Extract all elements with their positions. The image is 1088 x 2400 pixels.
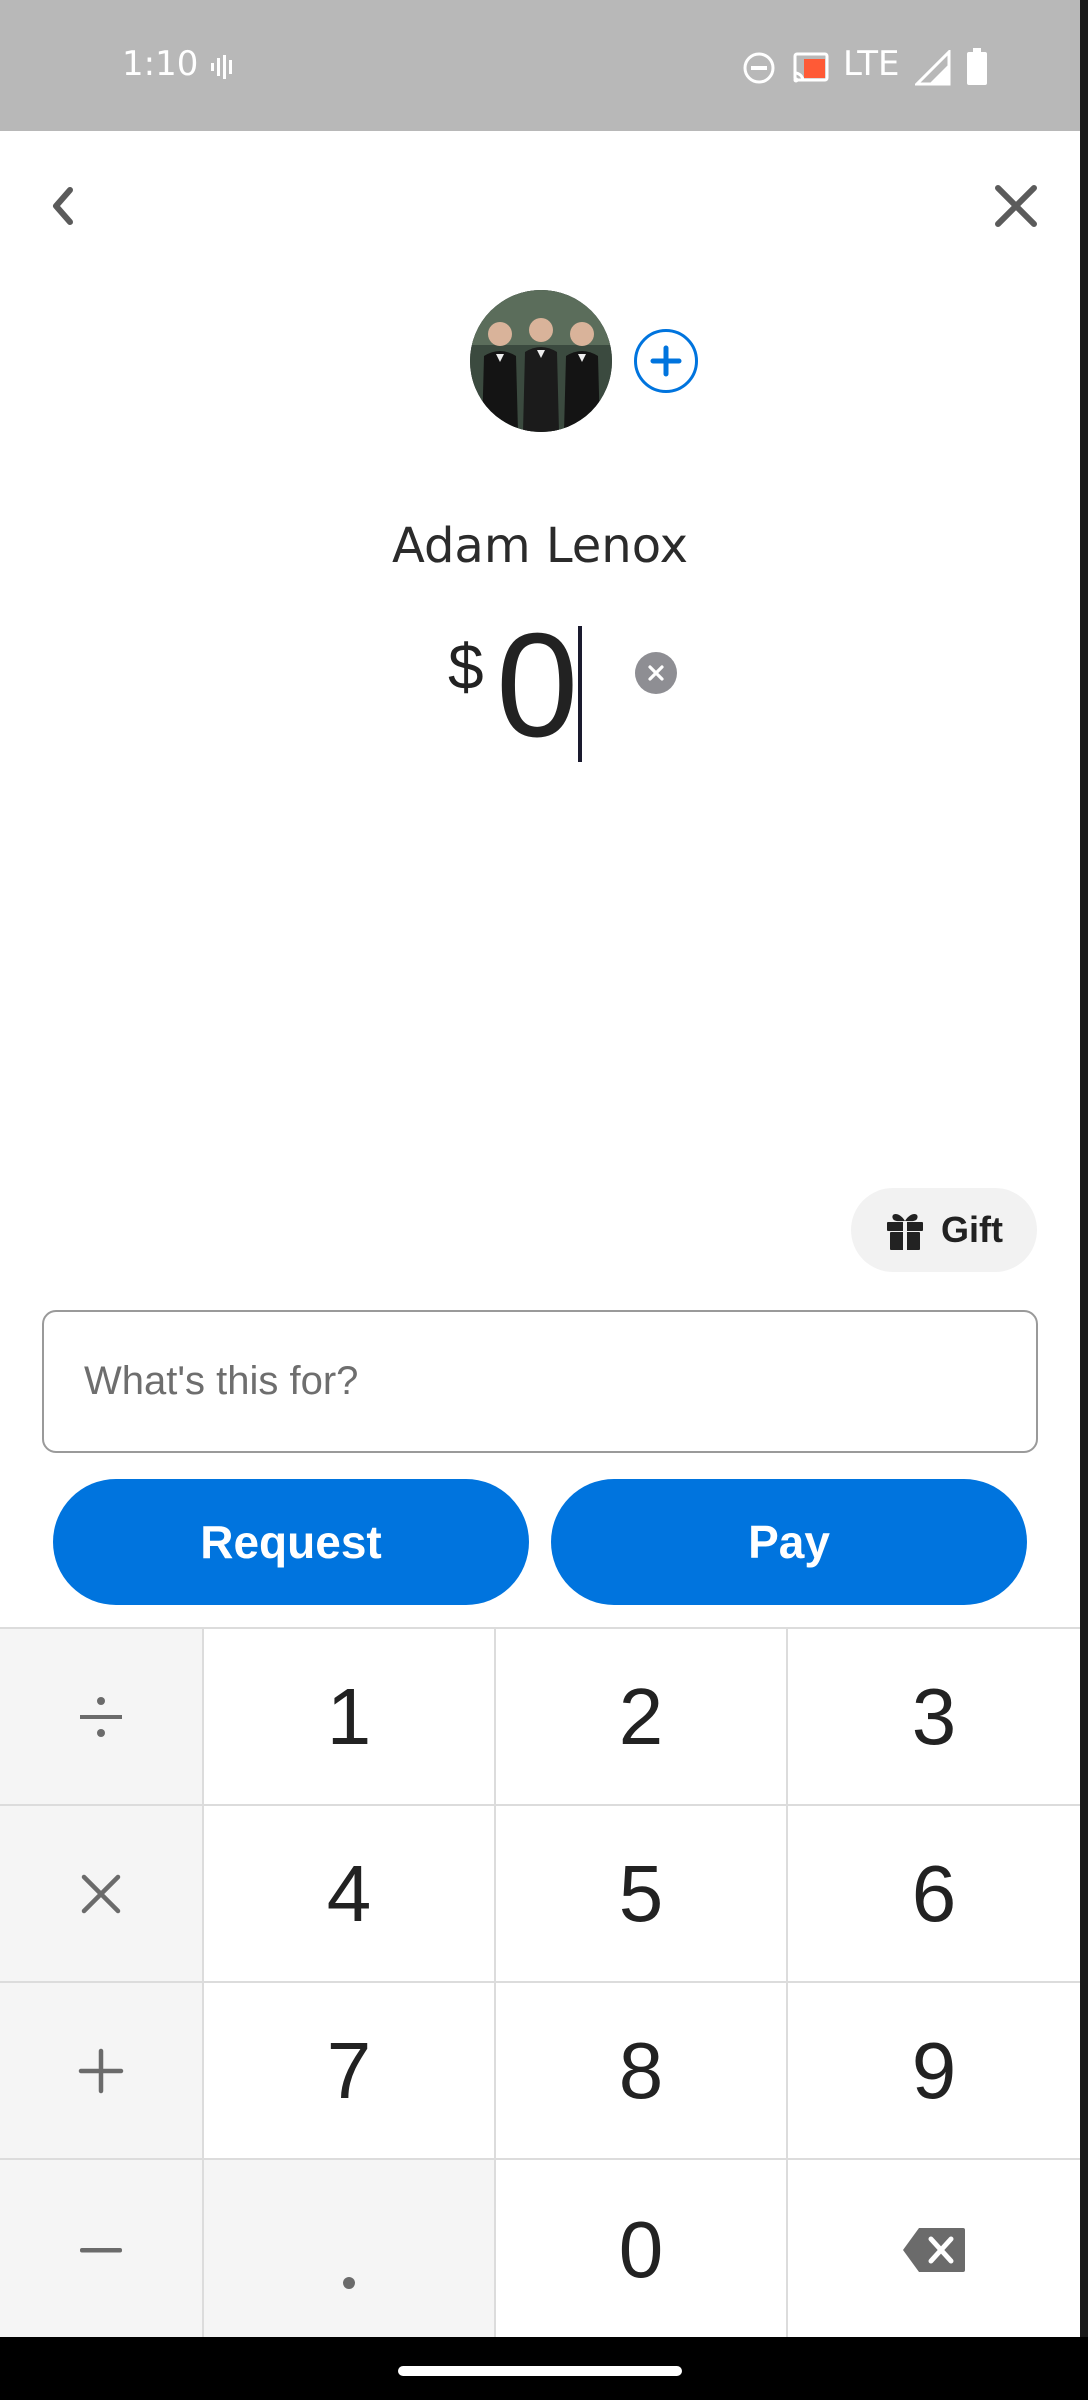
note-input[interactable]: [42, 1310, 1038, 1453]
plus-icon: [650, 345, 682, 377]
gift-button[interactable]: Gift: [851, 1188, 1037, 1272]
key-7[interactable]: 7: [204, 1983, 496, 2160]
key-6[interactable]: 6: [788, 1806, 1080, 1983]
home-indicator[interactable]: [398, 2366, 682, 2376]
signal-icon: [915, 50, 951, 86]
minus-icon: [80, 2247, 122, 2252]
gift-icon: [887, 1214, 923, 1250]
clear-amount-button[interactable]: [635, 652, 677, 694]
recipient-name: Adam Lenox: [391, 518, 689, 574]
close-icon: [995, 185, 1037, 227]
screen-edge: [1080, 0, 1088, 2400]
status-time: 1:10: [122, 44, 199, 84]
request-button[interactable]: Request: [53, 1479, 529, 1605]
add-recipient-button[interactable]: [634, 329, 698, 393]
text-caret: [578, 626, 582, 762]
backspace-key[interactable]: [788, 2160, 1080, 2339]
back-button[interactable]: [24, 166, 104, 246]
divide-key[interactable]: [0, 1629, 204, 1806]
close-button[interactable]: [976, 166, 1056, 246]
key-4[interactable]: 4: [204, 1806, 496, 1983]
backspace-icon: [903, 2227, 965, 2272]
do-not-disturb-icon: [743, 52, 775, 84]
key-decimal[interactable]: [204, 2160, 496, 2339]
recipient-avatar: [470, 290, 612, 432]
gift-label: Gift: [941, 1209, 1003, 1250]
key-2[interactable]: 2: [496, 1629, 788, 1806]
battery-icon: [967, 48, 987, 85]
key-1[interactable]: 1: [204, 1629, 496, 1806]
currency-symbol: $: [448, 631, 484, 703]
key-3[interactable]: 3: [788, 1629, 1080, 1806]
decimal-point-icon: [343, 2277, 355, 2289]
multiply-key[interactable]: [0, 1806, 204, 1983]
chevron-left-icon: [53, 187, 73, 225]
amount-display[interactable]: $ 0: [0, 612, 1080, 770]
divide-icon: [80, 1696, 122, 1737]
plus-icon: [78, 2048, 124, 2093]
status-bar: 1:10 LTE: [0, 0, 1080, 131]
network-label: LTE: [843, 44, 900, 84]
numeric-keypad: 1 2 3 4 5 6 7 8 9 0: [0, 1627, 1080, 2339]
amount-value: 0: [496, 603, 579, 768]
close-icon: [648, 665, 664, 681]
add-key[interactable]: [0, 1983, 204, 2160]
cast-icon: [793, 52, 829, 83]
voicemail-icon: [211, 55, 232, 79]
subtract-key[interactable]: [0, 2160, 204, 2339]
key-9[interactable]: 9: [788, 1983, 1080, 2160]
multiply-icon: [81, 1874, 121, 1913]
key-8[interactable]: 8: [496, 1983, 788, 2160]
pay-button[interactable]: Pay: [551, 1479, 1027, 1605]
key-5[interactable]: 5: [496, 1806, 788, 1983]
key-0[interactable]: 0: [496, 2160, 788, 2339]
